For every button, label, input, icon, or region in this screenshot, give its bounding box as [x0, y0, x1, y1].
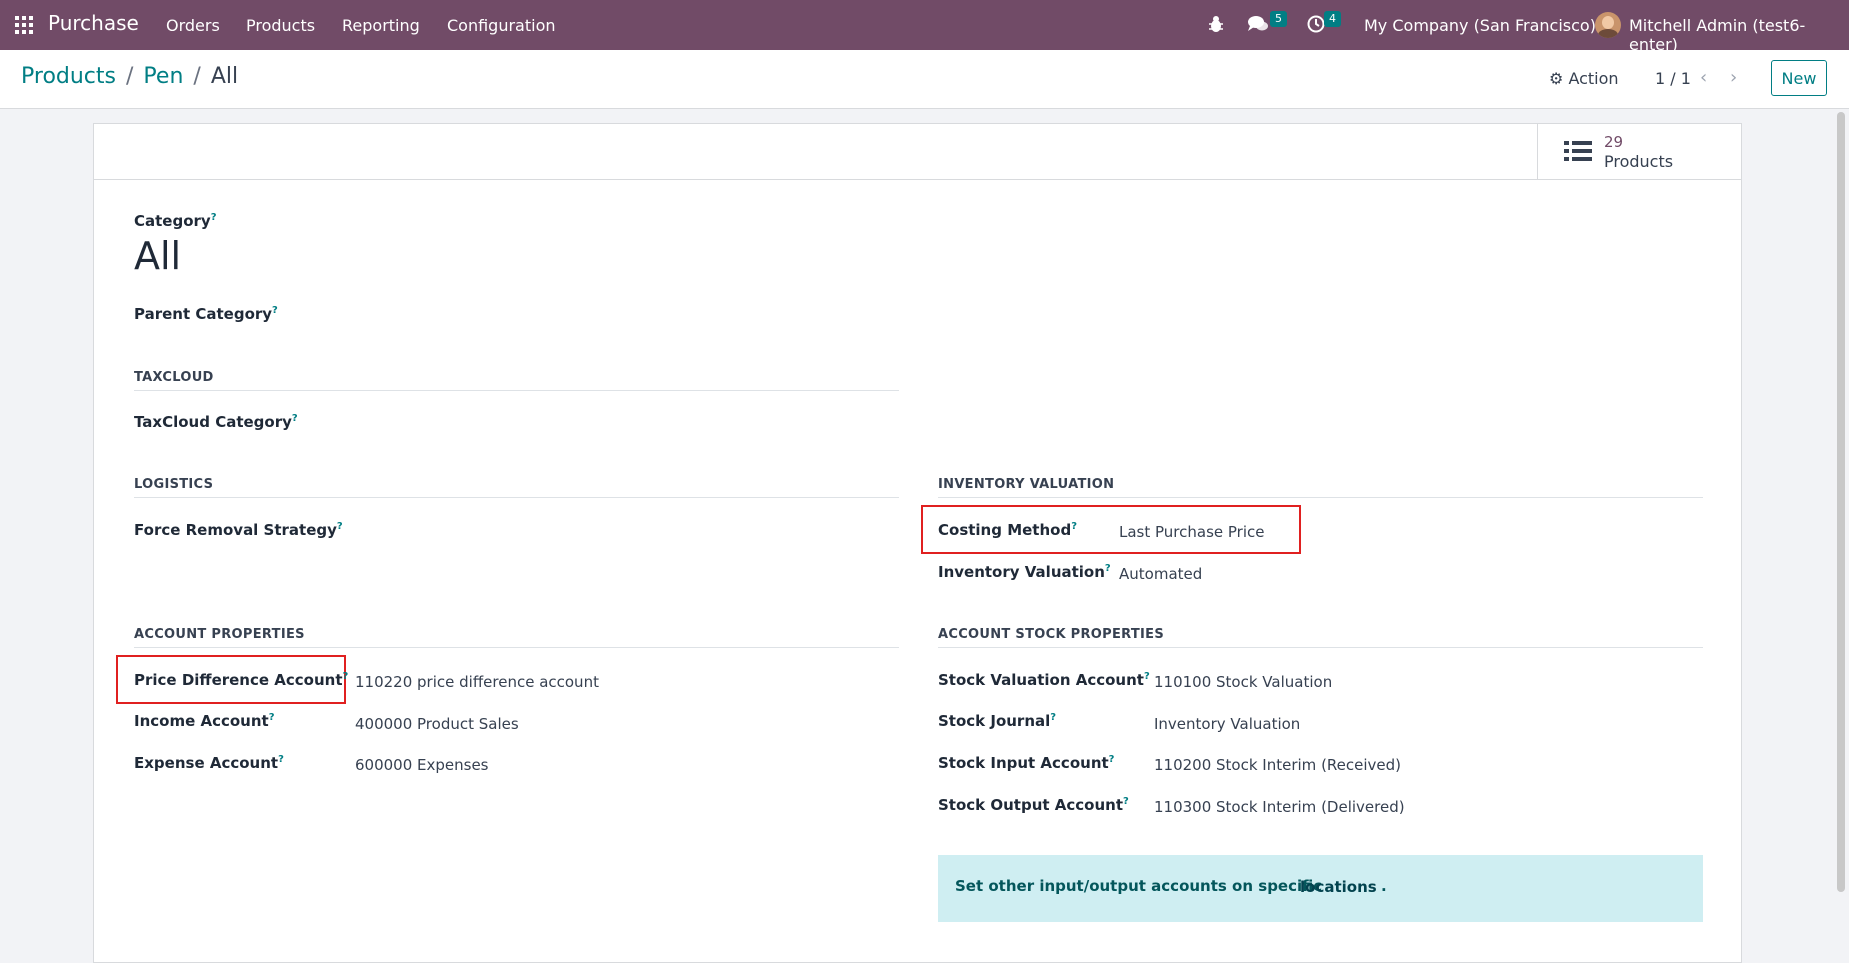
account-properties-section-title: ACCOUNT PROPERTIES: [134, 627, 305, 642]
button-box: 29 Products: [94, 124, 1741, 180]
help-icon[interactable]: ?: [1050, 712, 1056, 723]
inventory-valuation-section-title: INVENTORY VALUATION: [938, 477, 1115, 492]
income-account-label: Income Account?: [134, 712, 275, 730]
help-icon[interactable]: ?: [1144, 671, 1150, 682]
breadcrumb: Products / Pen / All: [21, 64, 238, 89]
logistics-section-title: LOGISTICS: [134, 477, 214, 492]
menu-configuration[interactable]: Configuration: [447, 16, 556, 35]
smart-button-label: Products: [1604, 152, 1674, 171]
page-scrollbar[interactable]: [1837, 112, 1845, 892]
activities-clock-icon[interactable]: [1307, 15, 1325, 37]
parent-category-label: Parent Category?: [134, 305, 278, 323]
taxcloud-category-label: TaxCloud Category?: [134, 413, 298, 431]
stock-output-account-field[interactable]: 110300 Stock Interim (Delivered): [1154, 798, 1405, 816]
income-account-field[interactable]: 400000 Product Sales: [355, 715, 519, 733]
section-divider: [938, 647, 1703, 648]
section-divider: [134, 390, 899, 391]
inventory-valuation-label: Inventory Valuation?: [938, 563, 1111, 581]
products-smart-button[interactable]: 29 Products: [1537, 124, 1742, 179]
record-name[interactable]: All: [134, 234, 181, 278]
menu-orders[interactable]: Orders: [166, 16, 220, 35]
section-divider: [134, 647, 899, 648]
breadcrumb-pen[interactable]: Pen: [143, 64, 183, 89]
pager-prev-icon[interactable]: ‹: [1700, 67, 1707, 88]
messages-icon[interactable]: [1247, 15, 1269, 37]
help-icon[interactable]: ?: [278, 754, 284, 765]
stock-output-account-label: Stock Output Account?: [938, 796, 1129, 814]
smart-button-count: 29: [1604, 133, 1624, 151]
menu-reporting[interactable]: Reporting: [342, 16, 420, 35]
app-menu-icon[interactable]: [15, 16, 33, 34]
action-button[interactable]: ⚙ Action: [1549, 69, 1619, 88]
inventory-valuation-field[interactable]: Automated: [1119, 565, 1202, 583]
category-label: Category?: [134, 212, 217, 230]
price-difference-field[interactable]: 110220 price difference account: [355, 673, 599, 691]
help-icon[interactable]: ?: [1071, 521, 1077, 532]
help-icon[interactable]: ?: [272, 305, 278, 316]
expense-account-field[interactable]: 600000 Expenses: [355, 756, 489, 774]
help-icon[interactable]: ?: [1109, 754, 1115, 765]
breadcrumb-separator: /: [126, 64, 134, 89]
locations-link[interactable]: locations: [1300, 878, 1377, 896]
help-icon[interactable]: ?: [337, 521, 343, 532]
debug-bug-icon[interactable]: [1208, 15, 1224, 37]
stock-journal-label: Stock Journal?: [938, 712, 1057, 730]
stock-valuation-account-field[interactable]: 110100 Stock Valuation: [1154, 673, 1332, 691]
stock-journal-field[interactable]: Inventory Valuation: [1154, 715, 1300, 733]
company-switcher[interactable]: My Company (San Francisco): [1364, 16, 1596, 35]
new-button[interactable]: New: [1771, 60, 1827, 96]
alert-period: .: [1381, 877, 1387, 895]
help-icon[interactable]: ?: [269, 712, 275, 723]
app-brand[interactable]: Purchase: [48, 11, 139, 35]
gear-icon: ⚙: [1549, 69, 1564, 88]
help-icon[interactable]: ?: [292, 413, 298, 424]
costing-method-label: Costing Method?: [938, 521, 1077, 539]
top-navbar: Purchase Orders Products Reporting Confi…: [0, 0, 1849, 54]
expense-account-label: Expense Account?: [134, 754, 284, 772]
alert-text: Set other input/output accounts on speci…: [955, 877, 1323, 895]
action-label: Action: [1568, 69, 1619, 88]
help-icon[interactable]: ?: [211, 212, 217, 223]
pager-value[interactable]: 1 / 1: [1655, 69, 1691, 88]
stock-input-account-field[interactable]: 110200 Stock Interim (Received): [1154, 756, 1401, 774]
taxcloud-section-title: TAXCLOUD: [134, 370, 214, 385]
help-icon[interactable]: ?: [343, 671, 349, 682]
section-divider: [938, 497, 1703, 498]
list-icon: [1564, 141, 1592, 161]
stock-input-account-label: Stock Input Account?: [938, 754, 1115, 772]
costing-method-field[interactable]: Last Purchase Price: [1119, 523, 1265, 541]
menu-products[interactable]: Products: [246, 16, 315, 35]
account-stock-section-title: ACCOUNT STOCK PROPERTIES: [938, 627, 1165, 642]
locations-info-alert: Set other input/output accounts on speci…: [938, 855, 1703, 922]
breadcrumb-current: All: [210, 64, 239, 89]
user-menu[interactable]: Mitchell Admin (test6-enter): [1629, 16, 1849, 54]
pager-next-icon[interactable]: ›: [1730, 67, 1737, 88]
activities-badge: 4: [1324, 11, 1341, 27]
breadcrumb-separator: /: [193, 64, 201, 89]
breadcrumb-products[interactable]: Products: [21, 64, 116, 89]
stock-valuation-account-label: Stock Valuation Account?: [938, 671, 1150, 689]
user-avatar[interactable]: [1595, 12, 1621, 38]
messages-badge: 5: [1270, 11, 1287, 27]
force-removal-label: Force Removal Strategy?: [134, 521, 343, 539]
help-icon[interactable]: ?: [1123, 796, 1129, 807]
help-icon[interactable]: ?: [1105, 563, 1111, 574]
control-panel: Products / Pen / All ⚙ Action 1 / 1 ‹ › New: [0, 50, 1849, 109]
form-sheet: 29 Products Category? All Parent Categor…: [93, 123, 1742, 963]
section-divider: [134, 497, 899, 498]
price-difference-label: Price Difference Account?: [134, 671, 349, 689]
